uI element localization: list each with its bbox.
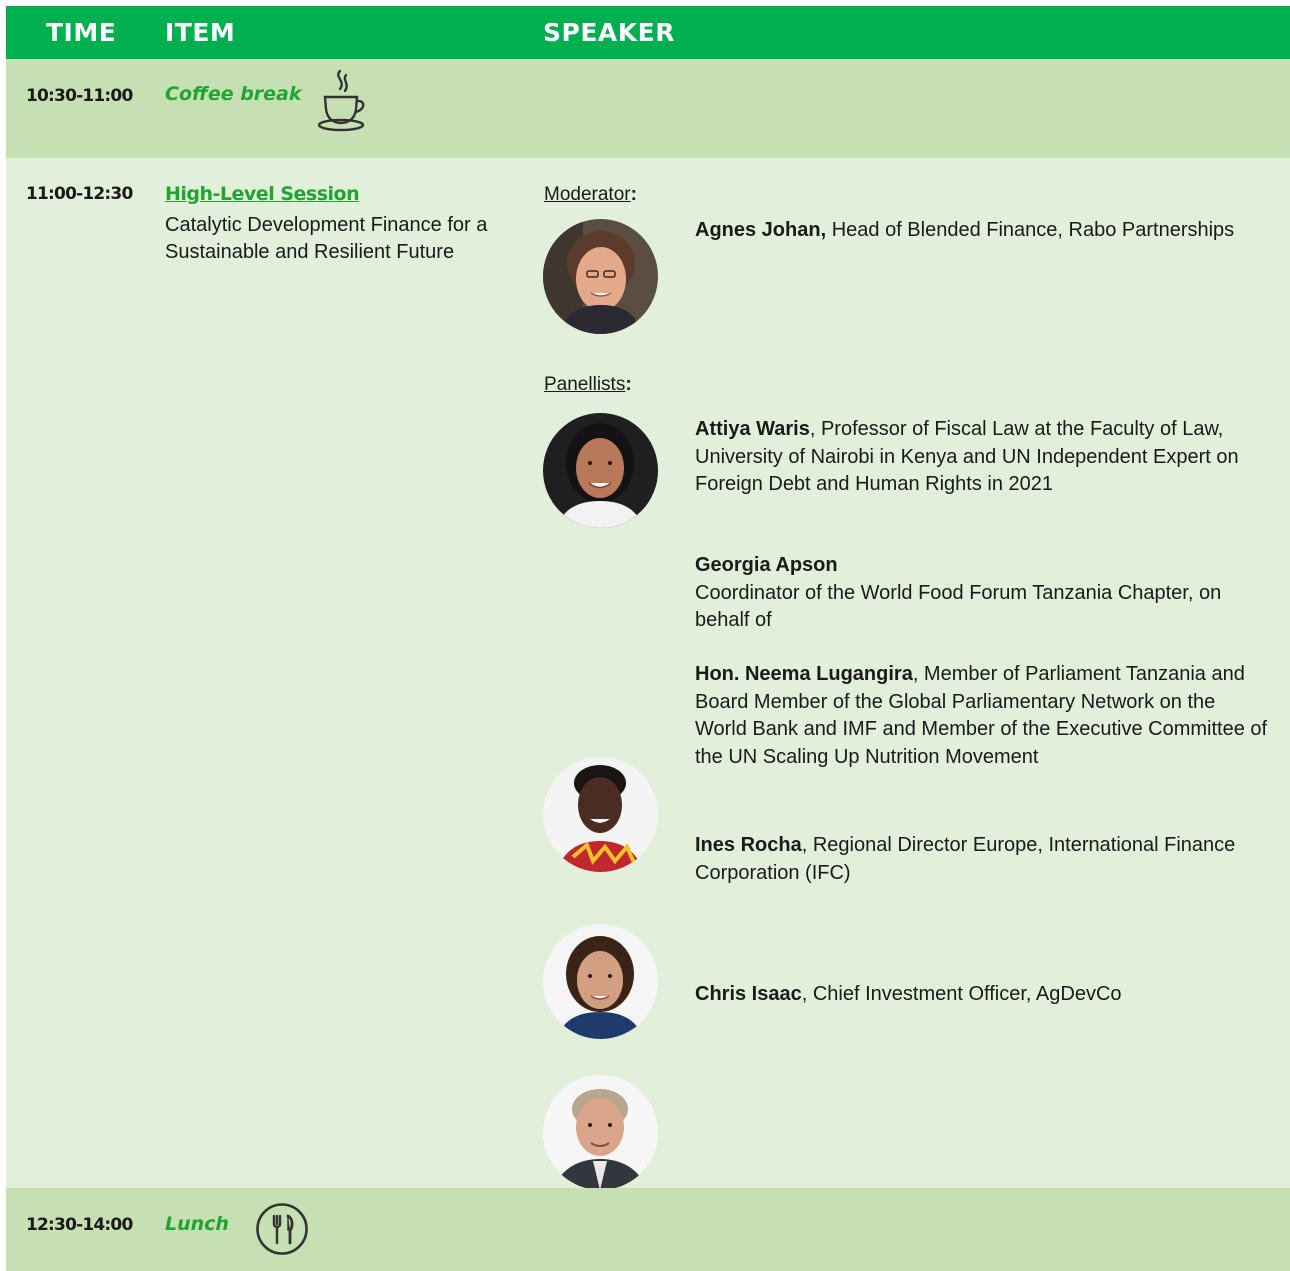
session-subtitle: Catalytic Development Finance for a Sust… [165, 214, 488, 263]
header-speaker: SPEAKER [543, 18, 675, 47]
session-title-link[interactable]: High-Level Session [165, 183, 360, 205]
fork-knife-icon [255, 1202, 309, 1261]
header-time: TIME [46, 18, 117, 47]
speaker-ines-rocha: Ines Rocha, Regional Director Europe, In… [695, 834, 1236, 884]
coffee-cup-icon [312, 67, 372, 138]
avatar-attiya-waris [543, 413, 658, 528]
header-item: ITEM [165, 18, 236, 47]
speaker-georgia-apson: Georgia Apson Coordinator of the World F… [695, 554, 1222, 631]
coffee-break-label: Coffee break [165, 83, 302, 105]
avatar-neema-lugangira [543, 757, 658, 872]
row-time: 12:30-14:00 [26, 1215, 133, 1235]
row-time: 11:00-12:30 [26, 184, 133, 204]
table-header: TIME ITEM SPEAKER [6, 6, 1290, 59]
agenda-table: TIME ITEM SPEAKER 10:30-11:00 Coffee bre… [6, 6, 1290, 1271]
lunch-label: Lunch [165, 1213, 229, 1235]
speaker-chris-isaac: Chris Isaac, Chief Investment Officer, A… [695, 983, 1122, 1005]
avatar-ines-rocha [543, 924, 658, 1039]
speaker-neema-lugangira: Hon. Neema Lugangira, Member of Parliame… [695, 663, 1268, 768]
avatar-agnes-johan [543, 219, 658, 334]
speaker-attiya-waris: Attiya Waris, Professor of Fiscal Law at… [695, 418, 1239, 495]
speaker-agnes-johan: Agnes Johan, Head of Blended Finance, Ra… [695, 219, 1235, 241]
agenda-row-coffee-break: 10:30-11:00 Coffee break [6, 59, 1290, 158]
agenda-row-high-level-session: 11:00-12:30 High-Level Session Catalytic… [6, 158, 1290, 1190]
avatar-chris-isaac [543, 1075, 658, 1190]
agenda-row-lunch: 12:30-14:00 Lunch [6, 1188, 1290, 1271]
row-time: 10:30-11:00 [26, 86, 133, 106]
panellists-label: Panellists: [544, 374, 632, 395]
moderator-label: Moderator: [544, 184, 637, 205]
